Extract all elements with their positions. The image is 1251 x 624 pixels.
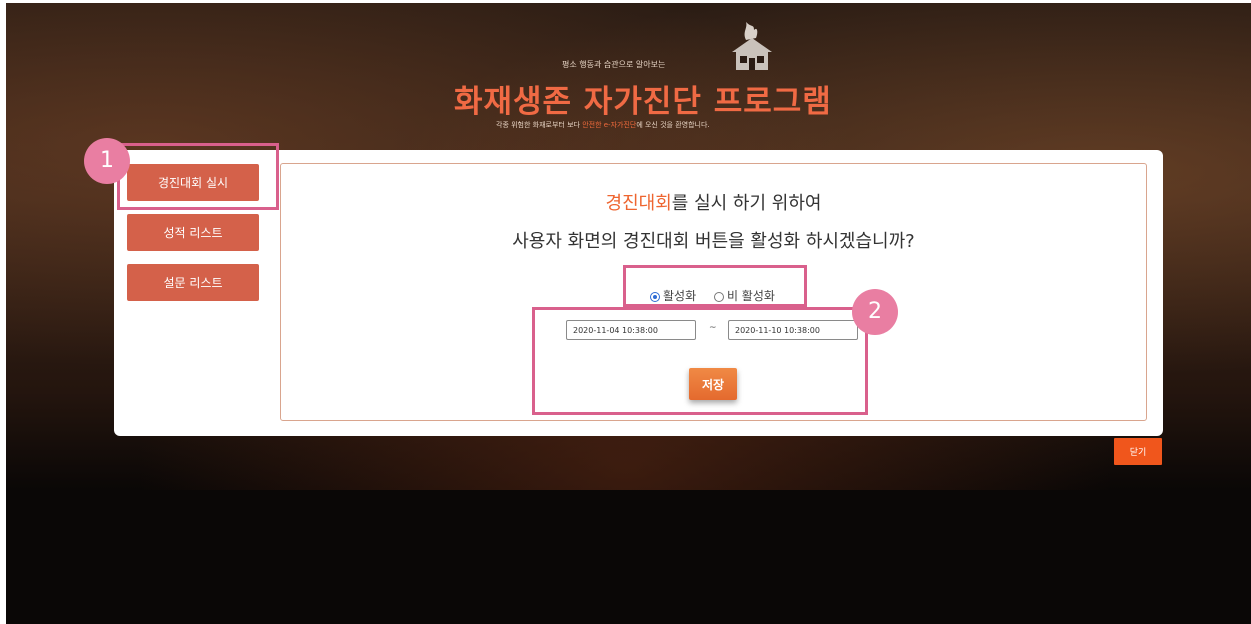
highlight-box-2b [532,307,868,415]
burning-house-icon [732,22,772,70]
program-title: 화재생존 자가진단 프로그램 [454,84,832,120]
highlight-box-2a [623,265,807,307]
left-edge [0,0,6,624]
header-subtitle: 평소 행동과 습관으로 알아보는 [562,60,666,69]
top-edge [0,0,1251,3]
highlight-box-1 [117,143,279,210]
header-tagline: 각종 위험한 화재로부터 보다 안전한 e-자가진단에 오신 것을 환영합니다. [496,121,710,129]
question-line-1: 경진대회를 실시 하기 위하여 [605,193,822,214]
step-badge-1: 1 [84,138,130,184]
step-badge-2: 2 [852,289,898,335]
sidebar-item-score-list[interactable]: 성적 리스트 [127,214,259,251]
question-line-2: 사용자 화면의 경진대회 버튼을 활성화 하시겠습니까? [512,231,915,252]
sidebar-item-survey-list[interactable]: 설문 리스트 [127,264,259,301]
close-button[interactable]: 닫기 [1114,438,1162,465]
